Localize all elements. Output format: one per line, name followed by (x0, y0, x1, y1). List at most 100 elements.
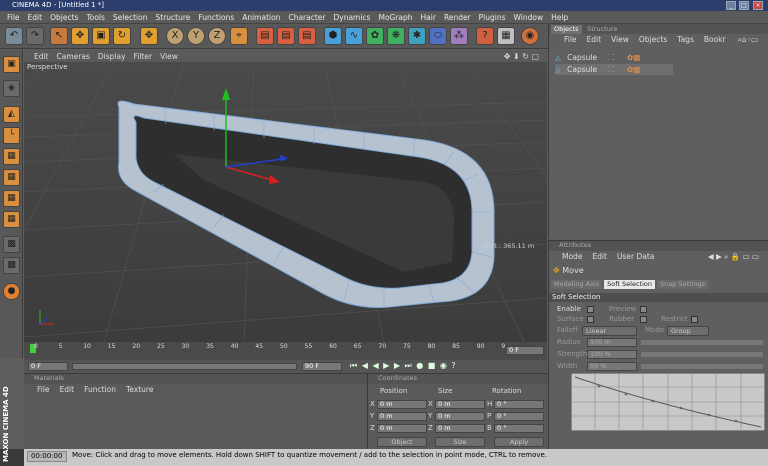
strength-field[interactable]: 100 % (587, 350, 637, 359)
strength-slider[interactable] (641, 352, 763, 357)
menu-edit[interactable]: Edit (24, 13, 47, 22)
attributes-menu-mode[interactable]: Mode (557, 252, 587, 261)
menu-tools[interactable]: Tools (82, 13, 108, 22)
rotate-icon[interactable]: ↻ (113, 27, 131, 45)
menu-dynamics[interactable]: Dynamics (329, 13, 374, 22)
object-row[interactable]: ◬ Capsule ⁚ ⁚ ✿▩ (555, 52, 673, 63)
snap-icon[interactable]: ● (3, 283, 20, 300)
surface-checkbox[interactable] (587, 316, 594, 323)
object-name[interactable]: Capsule (567, 65, 597, 74)
objects-menu-bookmarks[interactable]: Bookr (699, 35, 731, 44)
timeline-ruler[interactable]: 0 5 10 15 20 25 30 35 40 45 50 55 60 65 70 75 80 85 90 9 0 … (24, 342, 547, 360)
menu-render[interactable]: Render (440, 13, 475, 22)
use-edge-tool-icon[interactable]: ▦ (3, 190, 20, 207)
objects-menu-file[interactable]: File (559, 35, 582, 44)
coordinate-system-icon[interactable]: ⌖ (230, 27, 248, 45)
pos-y-field[interactable]: 0 m (377, 412, 427, 421)
make-editable-icon[interactable]: ▣ (3, 56, 20, 73)
radius-field[interactable]: 100 m (587, 338, 637, 347)
end-frame-field[interactable]: 90 F (302, 362, 342, 371)
undo-icon[interactable]: ↶ (5, 27, 23, 45)
z-axis-lock-icon[interactable]: Z (208, 27, 226, 45)
falloff-curve-graph[interactable] (571, 373, 765, 431)
width-field[interactable]: 50 % (587, 362, 637, 371)
tweak-icon[interactable]: ▩ (3, 257, 20, 274)
y-axis-lock-icon[interactable]: Y (187, 27, 205, 45)
falloff-select[interactable]: Linear (582, 326, 637, 336)
menu-hair[interactable]: Hair (417, 13, 440, 22)
viewport-menu-view[interactable]: View (156, 52, 182, 61)
minimize-button[interactable]: _ (726, 1, 736, 10)
attributes-menu-edit[interactable]: Edit (587, 252, 612, 261)
use-object-axis-icon[interactable]: └ (3, 127, 20, 144)
materials-menu-file[interactable]: File (32, 385, 55, 394)
menu-structure[interactable]: Structure (152, 13, 195, 22)
current-frame-field[interactable]: 0 F (506, 346, 544, 355)
size-y-field[interactable]: 0 m (435, 412, 485, 421)
recent-tools-icon[interactable]: ✥ (140, 27, 158, 45)
menu-selection[interactable]: Selection (109, 13, 152, 22)
pos-z-field[interactable]: 0 m (377, 424, 427, 433)
menu-animation[interactable]: Animation (238, 13, 284, 22)
tag-icon[interactable]: ✿▩ (627, 52, 640, 63)
cube-primitive-icon[interactable]: ⬢ (324, 27, 342, 45)
live-select-icon[interactable]: ↖ (50, 27, 68, 45)
start-frame-field[interactable]: 0 F (28, 362, 68, 371)
nurbs-icon[interactable]: ✿ (366, 27, 384, 45)
menu-help[interactable]: Help (547, 13, 572, 22)
restrict-checkbox[interactable] (691, 316, 698, 323)
tab-snap-settings[interactable]: Snap Settings (656, 280, 709, 289)
size-z-field[interactable]: 0 m (435, 424, 485, 433)
viewport-menu-cameras[interactable]: Cameras (53, 52, 94, 61)
visibility-dots[interactable]: ⁚ ⁚ (607, 64, 614, 75)
rot-h-field[interactable]: 0 ° (494, 400, 544, 409)
viewport-menu-display[interactable]: Display (94, 52, 130, 61)
attributes-menu-userdata[interactable]: User Data (612, 252, 659, 261)
use-texture-tool-icon[interactable]: ▦ (3, 148, 20, 165)
tab-modeling-axis[interactable]: Modeling Axis (551, 280, 603, 289)
rot-b-field[interactable]: 0 ° (494, 424, 544, 433)
rubber-checkbox[interactable] (640, 316, 647, 323)
use-model-tool-icon[interactable]: ◈ (3, 80, 20, 97)
size-x-field[interactable]: 0 m (435, 400, 485, 409)
preview-range-slider[interactable] (72, 363, 297, 370)
menu-character[interactable]: Character (284, 13, 329, 22)
use-object-tool-icon[interactable]: ◭ (3, 106, 20, 123)
objects-menu-view[interactable]: View (606, 35, 634, 44)
objects-menu-edit[interactable]: Edit (582, 35, 607, 44)
maximize-button[interactable]: □ (739, 1, 749, 10)
playback-controls[interactable]: ⏮ ◀ ◀ ▶ ▶ ⏭ ● ■ ◉ ? (350, 361, 457, 371)
viewport-menu-edit[interactable]: Edit (30, 52, 53, 61)
materials-menu-function[interactable]: Function (79, 385, 121, 394)
render-picture-viewer-icon[interactable]: ▤ (277, 27, 295, 45)
pos-x-field[interactable]: 0 m (377, 400, 427, 409)
deformer-icon[interactable]: ✱ (408, 27, 426, 45)
tag-icon[interactable]: ✿▩ (627, 64, 640, 75)
light-icon[interactable]: ⁂ (450, 27, 468, 45)
move-icon[interactable]: ✥ (71, 27, 89, 45)
attributes-nav-icons[interactable]: ◀ ▶ ⌕ 🔒 ▭ ▭ (703, 252, 764, 262)
help-icon[interactable]: ◉ (521, 27, 539, 45)
spline-icon[interactable]: ∿ (345, 27, 363, 45)
width-slider[interactable] (641, 364, 763, 369)
viewport-menu-filter[interactable]: Filter (130, 52, 157, 61)
mode-select[interactable]: Group (667, 326, 709, 336)
viewport-perspective[interactable]: Perspective Dist : 365.11 m (24, 62, 547, 342)
scene-icon[interactable]: ⬭ (429, 27, 447, 45)
apply-button[interactable]: Apply (494, 437, 544, 447)
close-button[interactable]: × (753, 1, 763, 10)
menu-plugins[interactable]: Plugins (475, 13, 510, 22)
menu-file[interactable]: File (3, 13, 24, 22)
viewport-navigation-icons[interactable]: ✥ ⬇ ↻ ▢ (500, 52, 543, 61)
coordinate-mode-select[interactable]: Object (377, 437, 427, 447)
redo-icon[interactable]: ↷ (26, 27, 44, 45)
menu-objects[interactable]: Objects (46, 13, 82, 22)
menu-mograph[interactable]: MoGraph (374, 13, 416, 22)
use-point-tool-icon[interactable]: ▦ (3, 169, 20, 186)
objects-menu-tags[interactable]: Tags (672, 35, 699, 44)
render-settings-icon[interactable]: ▤ (298, 27, 316, 45)
array-icon[interactable]: ❋ (387, 27, 405, 45)
menu-functions[interactable]: Functions (194, 13, 238, 22)
scale-icon[interactable]: ▣ (92, 27, 110, 45)
rot-p-field[interactable]: 0 ° (494, 412, 544, 421)
